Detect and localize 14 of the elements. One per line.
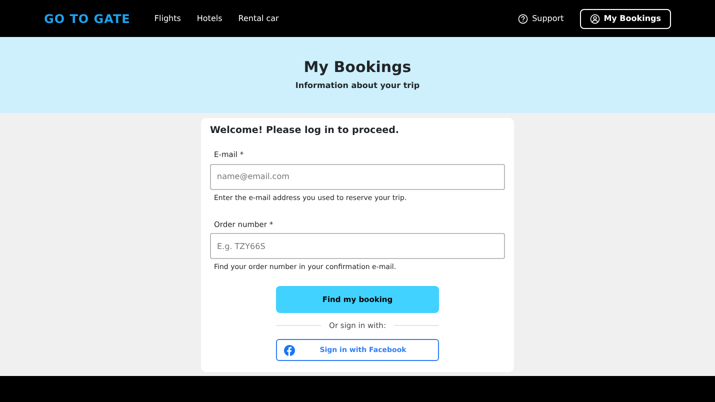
- nav-link[interactable]: Flights: [154, 12, 181, 24]
- facebook-icon: [284, 344, 295, 356]
- help-icon: [518, 14, 528, 24]
- nav-link[interactable]: Hotels: [196, 12, 222, 24]
- my-bookings-button[interactable]: My Bookings: [580, 8, 671, 28]
- page-title: My Bookings: [304, 58, 412, 76]
- form-heading: Welcome! Please log in to proceed.: [210, 125, 400, 136]
- input-field[interactable]: E.g. TZY66S: [210, 233, 505, 260]
- user-icon: [590, 14, 600, 24]
- nav-link[interactable]: Rental car: [238, 12, 279, 24]
- logo[interactable]: GO TO GATE: [44, 10, 130, 28]
- page-subtitle: Information about your trip: [295, 80, 420, 92]
- support-link[interactable]: Support: [518, 12, 564, 24]
- input-field[interactable]: name@email.com: [210, 164, 505, 190]
